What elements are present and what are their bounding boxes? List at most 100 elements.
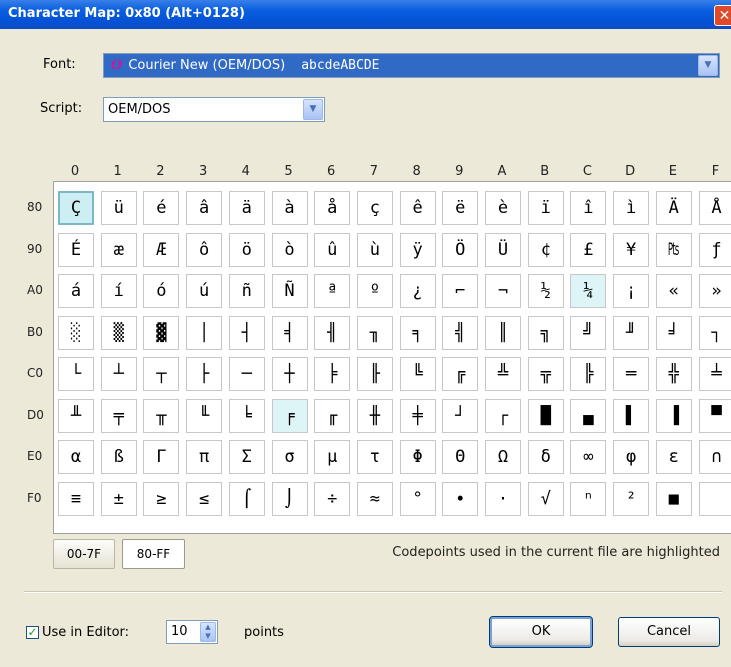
char-cell[interactable]: │: [186, 315, 223, 350]
char-cell[interactable]: °: [399, 481, 436, 516]
char-cell[interactable]: ÷: [314, 481, 351, 516]
spin-up-down-icon[interactable]: ▲ ▼: [200, 622, 216, 642]
char-cell[interactable]: ╜: [613, 315, 650, 350]
char-cell[interactable]: ┬: [143, 357, 180, 391]
char-cell[interactable]: Θ: [442, 440, 479, 474]
char-cell[interactable]: î: [570, 191, 607, 225]
char-cell[interactable]: ╘: [228, 398, 265, 433]
character-grid[interactable]: Çü é â ä à å ç ê ë è ï î ì Ä Å Éæ Æô ö ò û ù ÿ Ö Ü ¢ £ ¥ ₧ ƒ á í ó ú ñ Ñª º…: [53, 181, 731, 534]
char-cell[interactable]: ¬: [485, 274, 521, 308]
char-cell[interactable]: ∞: [570, 440, 607, 474]
char-cell[interactable]: ∩: [698, 440, 731, 474]
char-cell[interactable]: ░: [58, 315, 94, 350]
char-cell[interactable]: π: [186, 440, 223, 474]
range-button-80-ff[interactable]: 80-FF: [122, 539, 185, 569]
char-cell[interactable]: ╞: [314, 357, 351, 391]
char-cell[interactable]: [698, 481, 731, 516]
char-cell[interactable]: ≤: [186, 481, 223, 516]
char-cell[interactable]: ╕: [399, 315, 436, 350]
char-cell[interactable]: ╙: [186, 398, 223, 433]
char-cell[interactable]: ü: [100, 191, 137, 225]
char-cell[interactable]: ⌠: [228, 481, 265, 516]
char-cell[interactable]: è: [485, 191, 521, 225]
char-cell[interactable]: ╬: [655, 357, 692, 391]
char-cell[interactable]: Å: [698, 191, 731, 225]
char-cell[interactable]: é: [143, 191, 180, 225]
char-cell[interactable]: ±: [100, 481, 137, 516]
char-cell[interactable]: ╢: [314, 315, 351, 350]
char-cell[interactable]: ß: [100, 440, 137, 474]
char-cell[interactable]: ┤: [228, 315, 265, 350]
char-cell[interactable]: ó: [143, 274, 180, 308]
char-cell[interactable]: ô: [186, 232, 223, 267]
char-cell[interactable]: ║: [485, 315, 521, 350]
char-cell[interactable]: ╣: [442, 315, 479, 350]
char-cell[interactable]: ▄: [570, 398, 607, 433]
char-cell[interactable]: ═: [613, 357, 650, 391]
char-cell[interactable]: à: [271, 191, 308, 225]
char-cell[interactable]: Ä: [655, 191, 692, 225]
char-cell[interactable]: ╫: [356, 398, 393, 433]
char-cell[interactable]: £: [570, 232, 607, 267]
char-cell[interactable]: ─: [228, 357, 265, 391]
char-cell[interactable]: φ: [613, 440, 650, 474]
char-cell[interactable]: ╠: [570, 357, 607, 391]
char-cell[interactable]: ê: [399, 191, 436, 225]
char-cell[interactable]: ╪: [399, 398, 436, 433]
char-cell[interactable]: æ: [100, 232, 137, 267]
char-cell[interactable]: ¿: [399, 274, 436, 308]
char-cell[interactable]: ì: [613, 191, 650, 225]
char-cell[interactable]: Ñ: [271, 274, 308, 308]
char-cell[interactable]: ╡: [271, 315, 308, 350]
char-cell[interactable]: Σ: [228, 440, 265, 474]
char-cell[interactable]: τ: [356, 440, 393, 474]
char-cell[interactable]: Ü: [485, 232, 521, 267]
char-cell[interactable]: δ: [527, 440, 564, 474]
char-cell[interactable]: ▀: [698, 398, 731, 433]
cancel-button[interactable]: Cancel: [618, 617, 720, 647]
char-cell[interactable]: Ö: [442, 232, 479, 267]
char-cell[interactable]: ç: [356, 191, 393, 225]
ok-button[interactable]: OK: [489, 616, 593, 648]
char-cell[interactable]: ╩: [485, 357, 521, 391]
char-cell[interactable]: █: [527, 398, 564, 433]
char-cell[interactable]: ╝: [570, 315, 607, 350]
char-cell[interactable]: ╦: [527, 357, 564, 391]
char-cell[interactable]: ┌: [485, 398, 521, 433]
char-cell[interactable]: ≥: [143, 481, 180, 516]
char-cell[interactable]: ╧: [698, 357, 731, 391]
char-cell[interactable]: √: [527, 481, 564, 516]
char-cell[interactable]: ├: [186, 357, 223, 391]
char-cell[interactable]: Ç: [58, 191, 94, 225]
char-cell[interactable]: ╨: [58, 398, 94, 433]
char-cell[interactable]: ▌: [613, 398, 650, 433]
char-cell[interactable]: ª: [314, 274, 351, 308]
char-cell[interactable]: »: [698, 274, 731, 308]
char-cell[interactable]: ·: [485, 481, 521, 516]
chevron-down-icon[interactable]: ▼: [303, 99, 323, 120]
char-cell[interactable]: í: [100, 274, 137, 308]
char-cell[interactable]: É: [58, 232, 94, 267]
char-cell[interactable]: ₧: [655, 232, 692, 267]
char-cell[interactable]: ²: [613, 481, 650, 516]
char-cell[interactable]: å: [314, 191, 351, 225]
char-cell[interactable]: σ: [271, 440, 308, 474]
char-cell[interactable]: ▒: [100, 315, 137, 350]
char-cell[interactable]: ¡: [613, 274, 650, 308]
points-spinner[interactable]: 10 ▲ ▼: [166, 620, 218, 644]
char-cell[interactable]: ¥: [613, 232, 650, 267]
char-cell[interactable]: ⌡: [271, 481, 308, 516]
char-cell[interactable]: ╗: [527, 315, 564, 350]
char-cell[interactable]: ú: [186, 274, 223, 308]
char-cell[interactable]: Æ: [143, 232, 180, 267]
char-cell[interactable]: «: [655, 274, 692, 308]
char-cell[interactable]: ∙: [442, 481, 479, 516]
char-cell[interactable]: ╤: [100, 398, 137, 433]
char-cell[interactable]: Ω: [485, 440, 521, 474]
char-cell[interactable]: ¼: [570, 274, 607, 308]
char-cell[interactable]: ┴: [100, 357, 137, 391]
char-cell[interactable]: º: [356, 274, 393, 308]
char-cell[interactable]: Φ: [399, 440, 436, 474]
char-cell[interactable]: ¢: [527, 232, 564, 267]
char-cell[interactable]: ≈: [356, 481, 393, 516]
